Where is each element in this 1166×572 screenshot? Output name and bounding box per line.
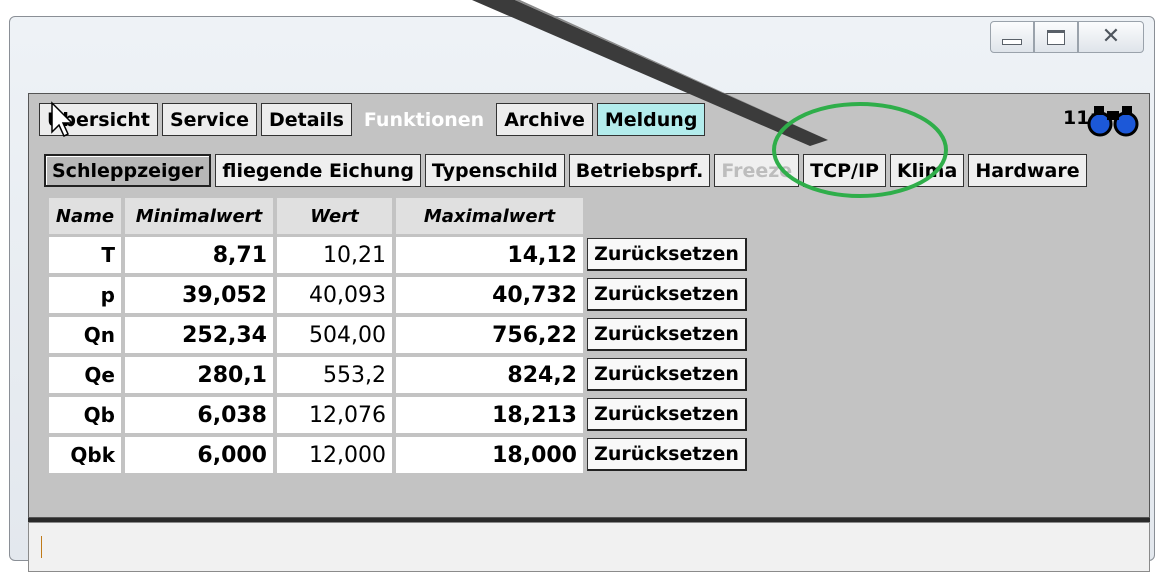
pen-pointer	[472, 0, 828, 146]
highlight-circle	[772, 102, 948, 198]
mouse-cursor-icon	[51, 101, 74, 138]
annotation-overlay	[51, 0, 948, 198]
